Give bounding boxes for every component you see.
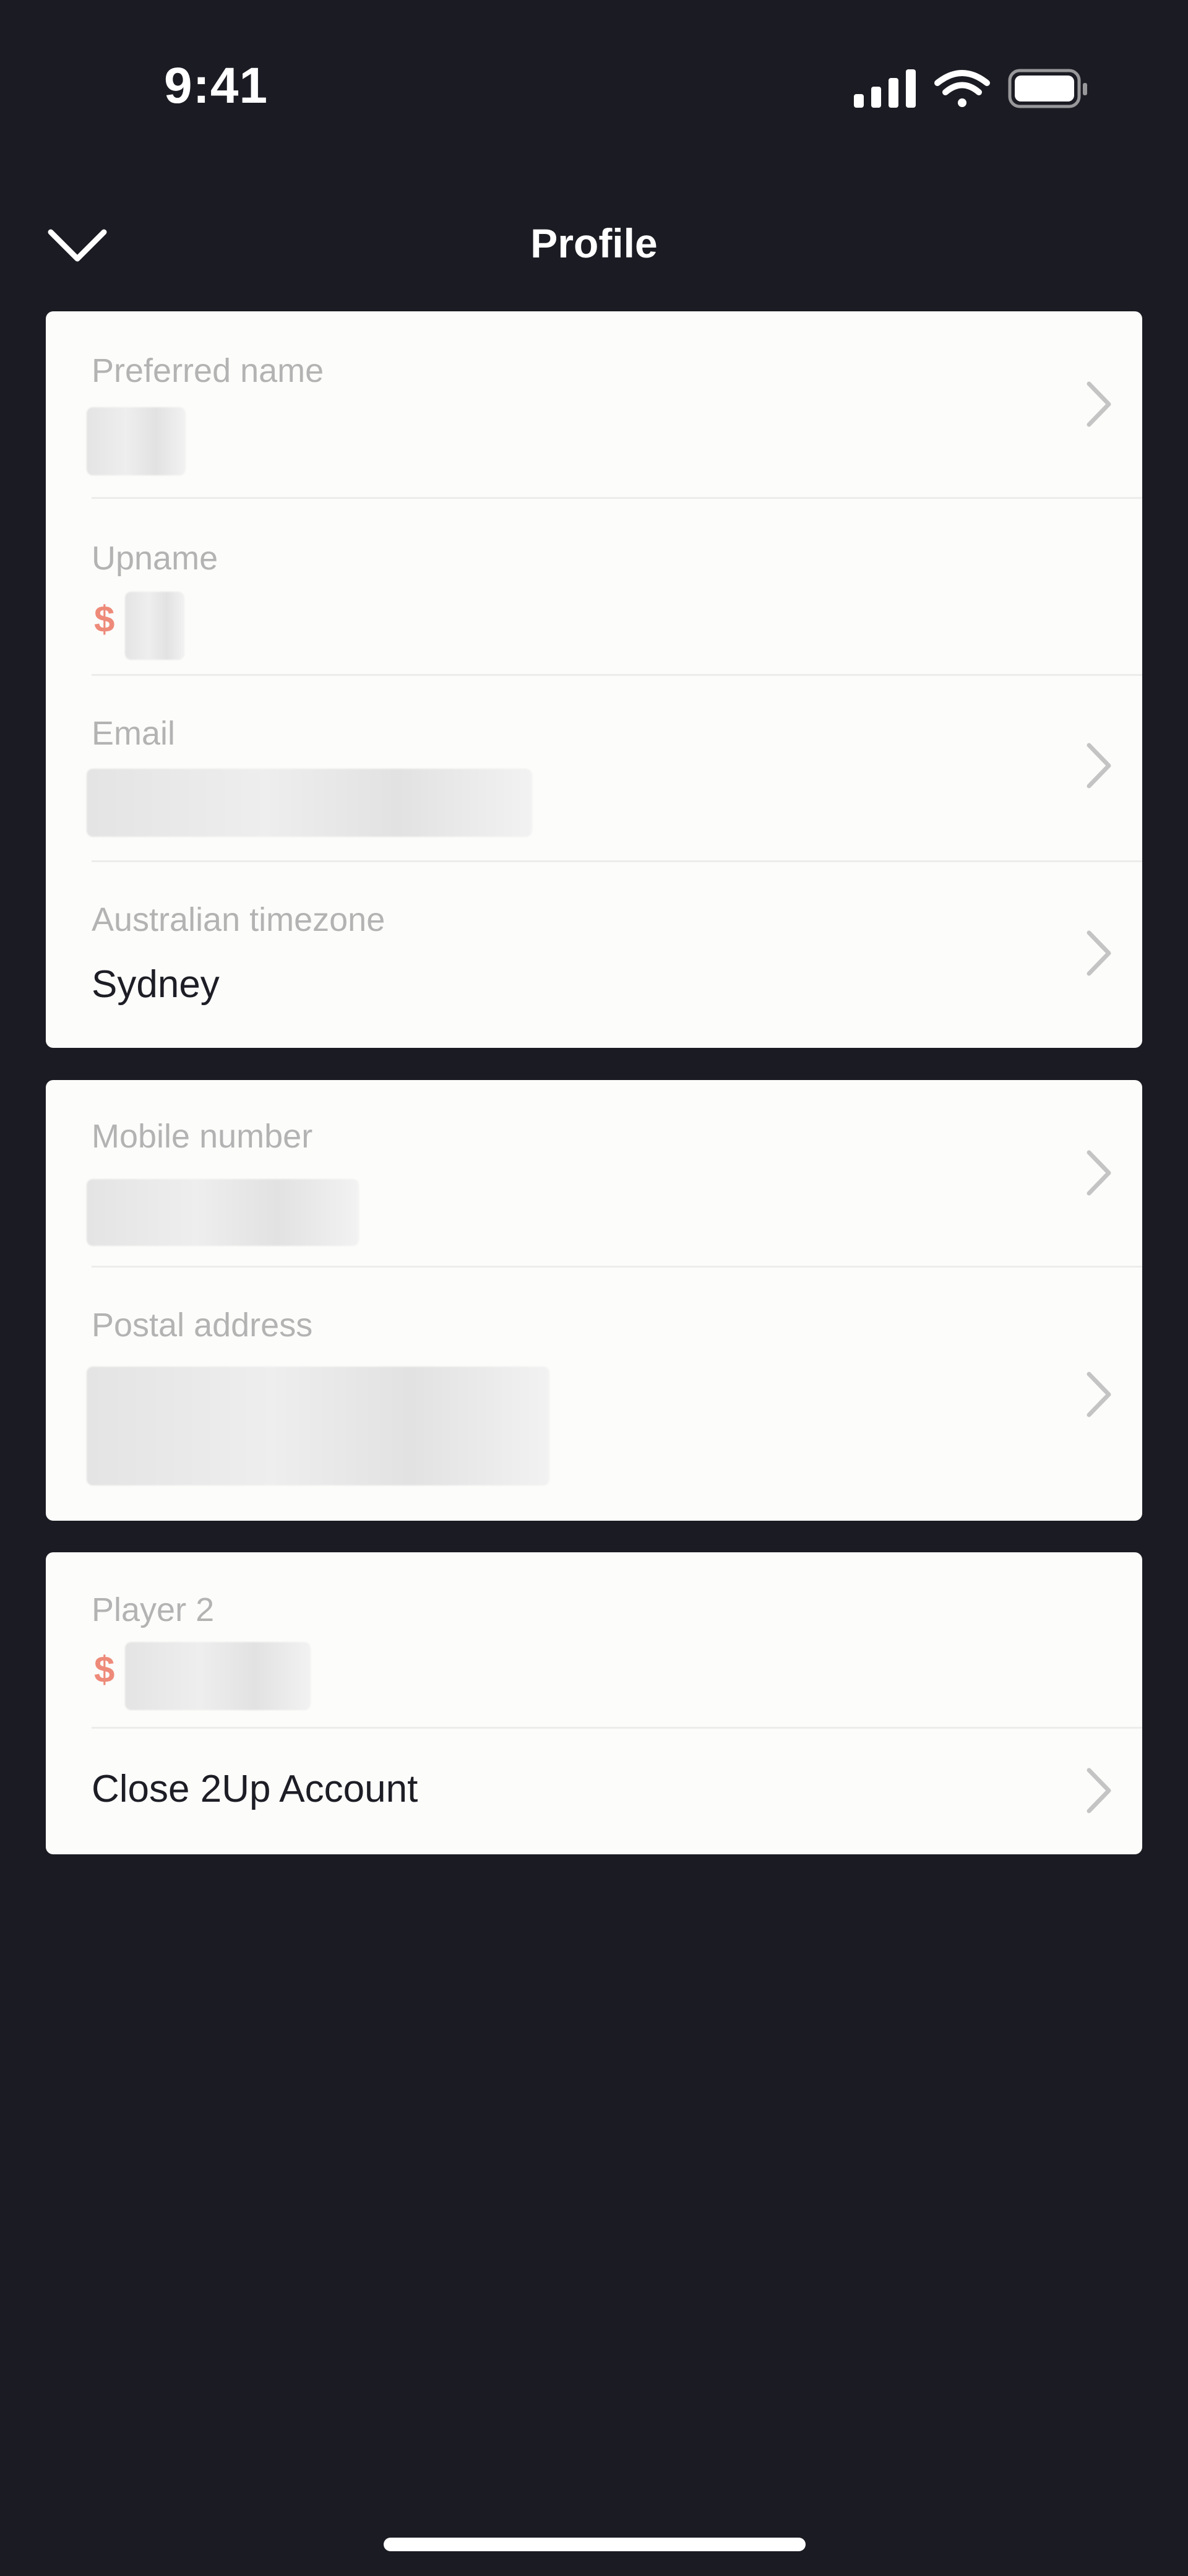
upname-row: Upname $	[46, 499, 1142, 676]
chevron-right-icon	[1087, 1372, 1111, 1417]
personal-details-card: Preferred name Upname $ Email Australian…	[46, 311, 1142, 1048]
upname-label: Upname	[92, 540, 218, 577]
player2-label: Player 2	[92, 1591, 215, 1628]
contact-details-card: Mobile number Postal address	[46, 1080, 1142, 1521]
player2-prefix: $	[94, 1649, 115, 1690]
preferred-name-row[interactable]: Preferred name	[46, 311, 1142, 499]
email-row[interactable]: Email	[46, 676, 1142, 862]
email-value-redacted	[87, 769, 532, 837]
timezone-row[interactable]: Australian timezone Sydney	[46, 862, 1142, 1048]
account-card: Player 2 $ Close 2Up Account	[46, 1552, 1142, 1854]
status-icons	[848, 64, 1095, 114]
preferred-name-label: Preferred name	[92, 352, 324, 389]
chevron-right-icon	[1087, 930, 1111, 976]
chevron-right-icon	[1087, 743, 1111, 789]
postal-address-row[interactable]: Postal address	[46, 1268, 1142, 1521]
profile-screen: 9:41 Profile Preferred name Upname $ Ema…	[0, 0, 1188, 2576]
chevron-right-icon	[1087, 1150, 1111, 1196]
upname-prefix: $	[94, 599, 115, 640]
status-time: 9:41	[164, 58, 269, 114]
page-title: Profile	[530, 220, 658, 266]
timezone-value: Sydney	[92, 963, 220, 1006]
upname-value-redacted	[125, 592, 184, 660]
wifi-icon	[934, 70, 990, 107]
timezone-label: Australian timezone	[92, 901, 385, 938]
mobile-number-row[interactable]: Mobile number	[46, 1080, 1142, 1268]
preferred-name-value-redacted	[87, 407, 186, 475]
chevron-right-icon	[1087, 381, 1111, 427]
battery-icon	[1008, 69, 1087, 108]
chevron-right-icon	[1087, 1768, 1111, 1813]
close-account-row[interactable]: Close 2Up Account	[46, 1729, 1142, 1854]
player2-row: Player 2 $	[46, 1552, 1142, 1729]
player2-value-redacted	[125, 1642, 311, 1710]
status-bar: 9:41	[0, 0, 1188, 161]
email-label: Email	[92, 715, 176, 752]
home-indicator[interactable]	[384, 2538, 806, 2551]
signal-icon	[854, 69, 916, 108]
mobile-number-label: Mobile number	[92, 1118, 313, 1155]
postal-address-label: Postal address	[92, 1307, 313, 1344]
mobile-number-value-redacted	[87, 1179, 359, 1246]
postal-address-value-redacted	[87, 1367, 549, 1485]
close-account-label: Close 2Up Account	[92, 1768, 418, 1810]
status-icons-svg	[854, 69, 1087, 108]
